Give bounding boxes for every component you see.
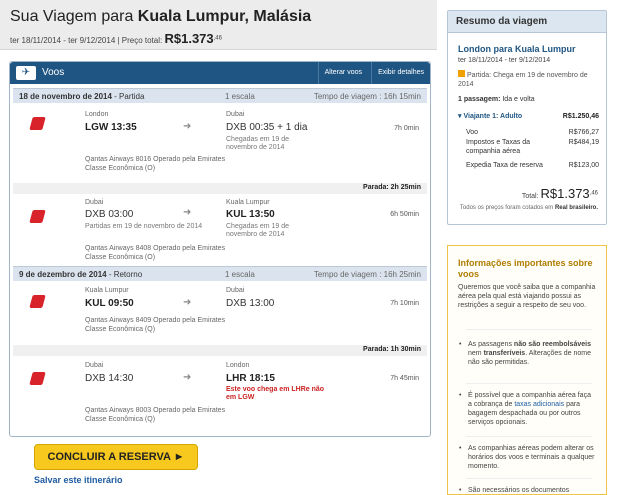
flight-leg: Dubai DXB 03:00 Partidas em 19 de novemb… [13,194,427,266]
important-info-panel: Informações importantes sobre voos Quere… [447,245,607,495]
summary-title: Resumo da viagem [448,11,606,33]
divider [466,329,592,330]
summary-total: Total: R$1.373,46 [521,186,598,201]
flights-header: ✈ Voos Alterar voos Exibir detalhes [10,62,430,84]
qantas-logo-icon [29,210,46,223]
flights-panel: ✈ Voos Alterar voos Exibir detalhes 18 d… [9,61,431,437]
summary-route: London para Kuala Lumpur [458,44,576,54]
divider [466,478,592,479]
info-title: Informações importantes sobre voos [458,258,593,279]
passenger-count: 1 passagem: Ida e volta [458,96,535,103]
info-bullet: As companhias aéreas podem alterar os ho… [459,444,596,471]
price-row: Expedia Taxa de reserva R$123,00 [466,162,599,169]
info-bullet: É possível que a companhia aérea faça a … [459,391,596,427]
layover-bar: Parada: 2h 25min [13,183,427,194]
trip-summary-panel: Resumo da viagem London para Kuala Lumpu… [447,10,607,225]
page-title: Sua Viagem para Kuala Lumpur, Malásia [10,8,312,25]
currency-note: Todos os preços foram cotados em Real br… [459,205,598,211]
alter-flights-button[interactable]: Alterar voos [317,62,368,84]
summary-warning: Partida: Chega em 19 de novembro de 2014 [458,70,588,88]
arrow-right-icon: ➜ [183,121,192,132]
arrow-right-icon: ➜ [183,297,192,308]
return-header: 9 de dezembro de 2014 - Retorno 1 escala… [13,266,427,281]
summary-dates: ter 18/11/2014 - ter 9/12/2014 [458,57,551,64]
qantas-logo-icon [29,295,46,308]
qantas-logo-icon [29,117,46,130]
arrow-right-icon: ➜ [183,372,192,383]
divider [466,383,592,384]
complete-booking-button[interactable]: CONCLUIR A RESERVA ► [34,444,198,470]
layover-bar: Parada: 1h 30min [13,345,427,356]
trip-header: Sua Viagem para Kuala Lumpur, Malásia te… [0,0,437,50]
price-row: Impostos e Taxas da companhia aérea R$484… [466,139,599,155]
divider [466,436,592,437]
additional-fees-link[interactable]: taxas adicionais [514,401,564,408]
flight-leg: Kuala Lumpur KUL 09:50 ➜ Dubai DXB 13:00… [13,281,427,345]
info-intro: Queremos que você saiba que a companhia … [458,284,596,309]
flight-leg: Dubai DXB 14:30 ➜ London LHR 18:15 Este … [13,356,427,426]
trip-dates-price: ter 18/11/2014 - ter 9/12/2014 | Preço t… [10,31,222,46]
warning-icon [458,70,465,77]
outbound-header: 18 de novembro de 2014 - Partida 1 escal… [13,88,427,103]
price-row: Voo R$766,27 [466,129,599,136]
save-itinerary-link[interactable]: Salvar este itinerário [34,475,123,485]
flights-title: Voos [42,67,65,78]
traveler-toggle[interactable]: ▾ Viajante 1: Adulto R$1.250,46 [458,112,599,121]
plane-icon: ✈ [16,66,36,80]
arrow-right-icon: ➜ [183,207,192,218]
info-bullet: As passagens não são reembolsáveis nem t… [459,340,596,367]
flight-leg: London LGW 13:35 ➜ Dubai DXB 00:35 + 1 d… [13,103,427,183]
qantas-logo-icon [29,372,46,385]
show-details-button[interactable]: Exibir detalhes [371,62,430,84]
